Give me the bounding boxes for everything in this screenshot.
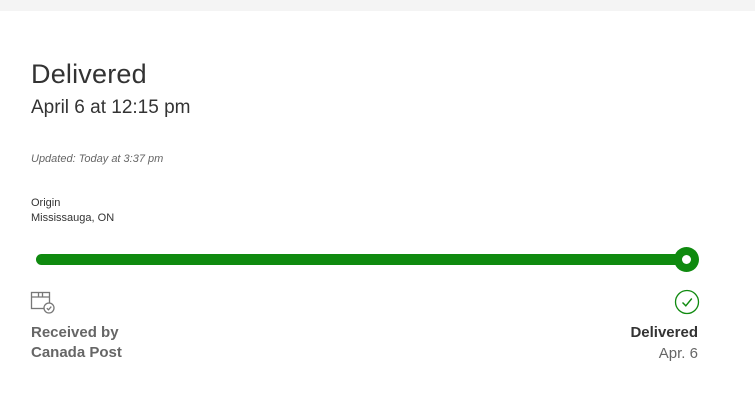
delivery-date: April 6 at 12:15 pm (31, 97, 191, 118)
progress-end-dot (682, 255, 691, 264)
top-bar (0, 0, 755, 11)
checkmark-circle-icon (674, 289, 700, 315)
package-check-icon (30, 289, 56, 315)
received-by-label: Received by (31, 324, 119, 341)
progress-track (36, 254, 697, 265)
carrier-name: Canada Post (31, 344, 122, 361)
last-updated-text: Updated: Today at 3:37 pm (31, 153, 164, 165)
progress-fill (36, 254, 697, 265)
delivered-milestone-date: Apr. 6 (658, 345, 698, 362)
origin-label: Origin (31, 197, 61, 209)
origin-value: Mississauga, ON (31, 212, 115, 224)
progress-end-marker (674, 247, 699, 272)
delivered-milestone-label: Delivered (630, 324, 698, 341)
delivery-status-title: Delivered (31, 59, 147, 89)
